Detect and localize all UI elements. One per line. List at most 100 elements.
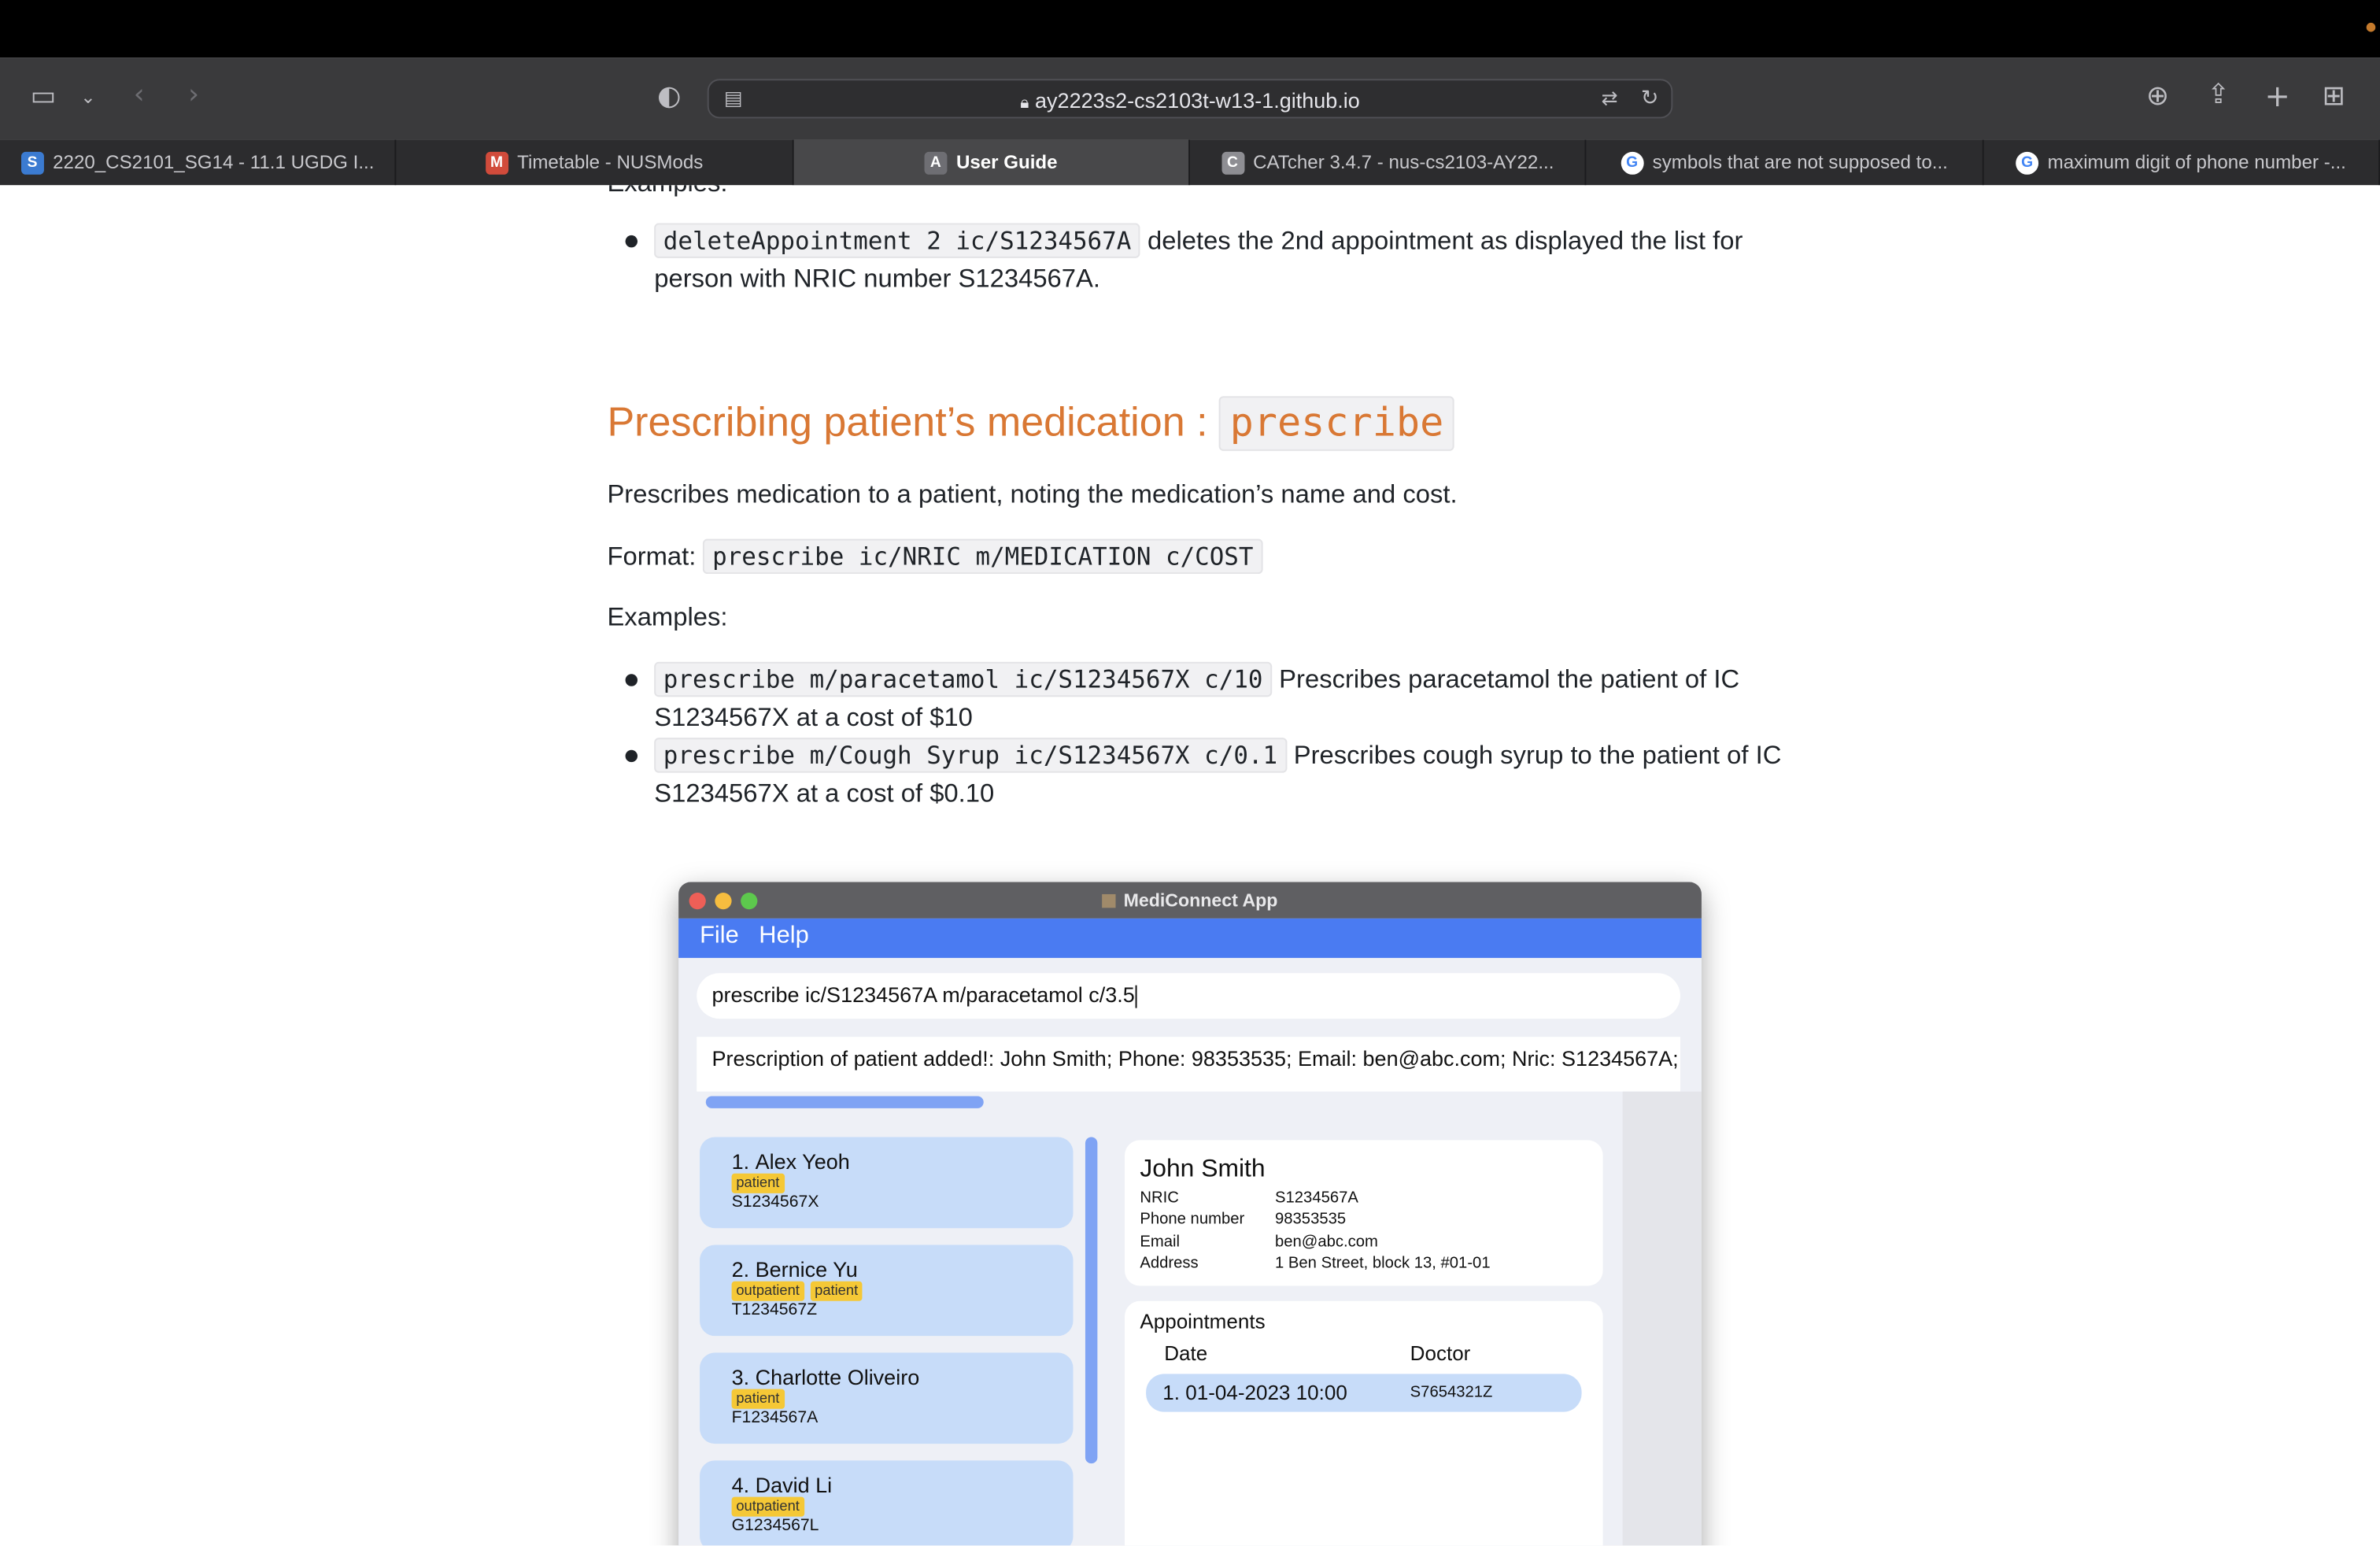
result-scrollbar [705, 1096, 984, 1108]
share-icon[interactable]: ⇪ [2207, 80, 2230, 111]
menu-help: Help [759, 923, 809, 949]
browser-tab[interactable]: M Timetable - NUSMods [397, 139, 793, 186]
person-nric: T1234567Z [731, 1300, 818, 1319]
person-card: 4. David Li outpatient G1234567L [700, 1460, 1074, 1546]
lock-icon: 🔒︎ [1020, 94, 1029, 113]
example-2-code: prescribe m/Cough Syrup ic/S1234567X c/0… [654, 738, 1287, 773]
example-1-text: Prescribes paracetamol the patient of IC [1272, 664, 1740, 694]
bullet [625, 749, 638, 763]
notification-dot [2366, 22, 2376, 32]
back-icon[interactable]: ‹ [134, 80, 145, 111]
person-name-text: Charlotte Oliveiro [755, 1364, 920, 1389]
text-caret [1134, 985, 1136, 1008]
result-display: Prescription of patient added!: John Smi… [697, 1037, 1680, 1092]
person-tags: outpatient patient [731, 1281, 869, 1301]
person-card: 1. Alex Yeoh patient S1234567X [700, 1137, 1074, 1229]
tab-label: Timetable - NUSMods [517, 151, 704, 173]
appointment-row: 1. 01-04-2023 10:00 S7654321Z [1146, 1374, 1582, 1412]
browser-tab[interactable]: Gsymbols that are not supposed to... [1587, 139, 1983, 186]
tab-label: 2220_CS2101_SG14 - 11.1 UGDG I... [53, 151, 375, 173]
app-title: MediConnect App [1123, 890, 1278, 912]
person-name: 2. Bernice Yu [732, 1257, 858, 1282]
shield-icon[interactable]: ◐ [657, 81, 681, 113]
app-title-bar: MediConnect App [678, 882, 1702, 919]
minimize-icon [715, 893, 732, 910]
example-2-text: Prescribes cough syrup to the patient of… [1286, 741, 1782, 770]
tag-badge: patient [810, 1281, 863, 1301]
person-index: 2. [731, 1256, 750, 1282]
app-screenshot-window: MediConnect App File Help prescribe ic/S… [678, 882, 1702, 1546]
format-code: prescribe ic/NRIC m/MEDICATION c/COST [703, 538, 1263, 575]
translate-icon[interactable]: ⇄ [1602, 85, 1618, 116]
person-nric: G1234567L [731, 1516, 819, 1535]
tab-favicon-icon: G [1621, 150, 1644, 174]
command-text: prescribe ic/S1234567A m/paracetamol c/3… [711, 982, 1135, 1007]
person-tags: patient [731, 1173, 790, 1193]
detail-field-value: ben@abc.com [1275, 1232, 1378, 1251]
new-tab-icon[interactable]: + [2264, 80, 2289, 111]
close-icon [689, 893, 706, 910]
examples-heading-cut: Examples: [607, 185, 727, 202]
forward-icon[interactable]: › [188, 80, 199, 111]
person-tags: outpatient [731, 1496, 811, 1517]
person-nric: F1234567A [731, 1408, 819, 1427]
chevron-down-icon[interactable]: ⌄ [80, 82, 95, 113]
browser-tab[interactable]: S 2220_CS2101_SG14 - 11.1 UGDG I... [0, 139, 397, 186]
person-name: 3. Charlotte Oliveiro [732, 1365, 920, 1389]
menu-file: File [700, 923, 739, 949]
tab-favicon-icon: G [2016, 150, 2039, 174]
reload-icon[interactable]: ↻ [1641, 83, 1659, 114]
delete-example: deleteAppointment 2 ic/S1234567A deletes… [654, 222, 1743, 260]
detail-field-label: Email [1140, 1232, 1181, 1251]
delete-example-code: deleteAppointment 2 ic/S1234567A [654, 223, 1140, 258]
appointment-doctor: S7654321Z [1410, 1382, 1493, 1402]
person-index: 1. [731, 1148, 750, 1174]
app-menu-bar: File Help [678, 918, 1702, 958]
section-description: Prescribes medication to a patient, noti… [607, 479, 1458, 509]
detail-field-label: Phone number [1140, 1210, 1245, 1229]
detail-field-label: NRIC [1140, 1189, 1179, 1208]
screen: ▭ ⌄ ‹ › ◐ ▤ 🔒︎ ay2223s2-cs2103t-w13-1.gi… [0, 0, 2380, 1546]
person-detail-panel: John Smith NRIC S1234567A Phone number 9835… [1125, 1140, 1603, 1286]
browser-tab[interactable]: A User Guide [793, 139, 1190, 186]
command-box: prescribe ic/S1234567A m/paracetamol c/3… [697, 973, 1680, 1019]
detail-field-value: 1 Ben Street, block 13, #01-01 [1275, 1253, 1491, 1272]
examples-label: Examples: [607, 602, 728, 632]
person-name: 1. Alex Yeoh [732, 1149, 850, 1174]
person-list-scrollbar [1085, 1137, 1098, 1464]
person-card: 2. Bernice Yu outpatient patient T1234567Z [700, 1245, 1074, 1337]
tab-overview-icon[interactable]: ⊞ [2323, 81, 2345, 113]
example-1-code: prescribe m/paracetamol ic/S1234567X c/1… [654, 661, 1273, 697]
example-1: prescribe m/paracetamol ic/S1234567X c/1… [654, 660, 1739, 698]
appointments-doctor-header: Doctor [1410, 1341, 1471, 1365]
sidebar-icon[interactable]: ▭ [31, 81, 57, 113]
tag-badge: outpatient [731, 1496, 804, 1517]
detail-field-value: 98353535 [1275, 1210, 1347, 1229]
browser-tab[interactable]: Gmaximum digit of phone number -... [1983, 139, 2380, 186]
appointment-index: 1. [1162, 1381, 1181, 1404]
right-side-panel [1622, 1091, 1702, 1546]
person-tags: patient [731, 1389, 790, 1409]
person-list: 1. Alex Yeoh patient S1234567X 2. Bernice Y… [697, 1137, 1076, 1546]
mac-menu-bar [0, 0, 2380, 58]
appointment-date: 01-04-2023 10:00 [1185, 1381, 1347, 1404]
tab-bar: S 2220_CS2101_SG14 - 11.1 UGDG I... M Timet… [0, 139, 2380, 186]
tag-badge: outpatient [731, 1281, 804, 1301]
person-index: 4. [731, 1472, 750, 1497]
tab-label: symbols that are not supposed to... [1652, 151, 1948, 173]
tab-favicon-icon: A [924, 150, 948, 174]
person-name-text: Bernice Yu [755, 1256, 858, 1282]
tab-favicon-icon: M [485, 150, 508, 174]
page-content: Examples: deleteAppointment 2 ic/S123456… [0, 185, 2380, 1546]
appointments-panel: Appointments Date Doctor 1. 01-04-2023 1… [1125, 1300, 1603, 1546]
appointments-date-header: Date [1164, 1341, 1208, 1365]
address-bar[interactable]: ▤ 🔒︎ ay2223s2-cs2103t-w13-1.github.io ⇄ … [707, 79, 1673, 119]
person-name: 4. David Li [732, 1473, 833, 1497]
person-index: 3. [731, 1364, 750, 1389]
browser-tab[interactable]: C CATcher 3.4.7 - nus-cs2103-AY22... [1190, 139, 1587, 186]
url-text: ay2223s2-cs2103t-w13-1.github.io [1035, 87, 1360, 113]
example-2-text-2: S1234567X at a cost of $0.10 [654, 779, 995, 808]
download-icon[interactable]: ⊕ [2146, 81, 2169, 113]
format-label: Format: [607, 542, 704, 571]
tab-favicon-icon: S [20, 150, 44, 174]
